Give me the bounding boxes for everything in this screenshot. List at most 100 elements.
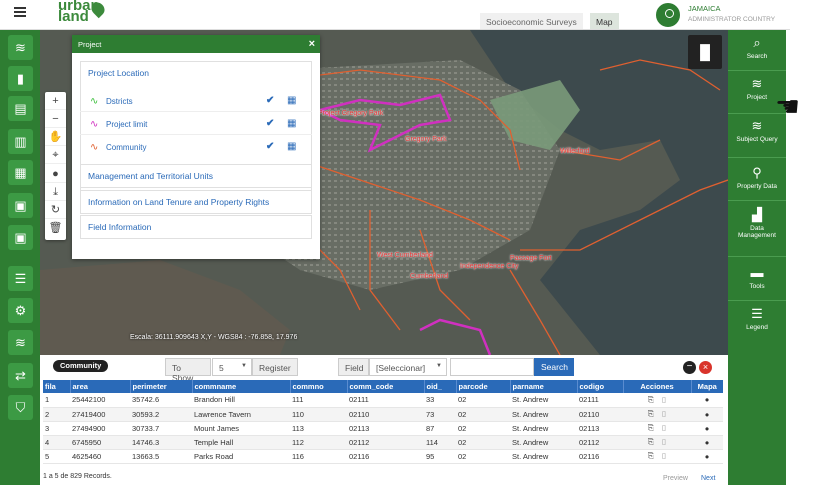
user-country: JAMAICA bbox=[688, 4, 721, 13]
minimize-icon[interactable]: − bbox=[683, 361, 696, 374]
column-header[interactable]: fila bbox=[43, 380, 71, 393]
search-button[interactable]: Search bbox=[534, 358, 574, 376]
table-row[interactable]: 3 27494900 30733.7 Mount James 113 02113 87 02 S… bbox=[43, 421, 723, 436]
check-icon[interactable]: ✔ bbox=[266, 95, 274, 106]
project-panel-header: Project bbox=[72, 35, 320, 53]
layer-name: Community bbox=[106, 143, 147, 152]
document-edit-icon[interactable]: ▤ bbox=[8, 96, 33, 121]
project-panel: Project × Project Location ∿ Dstricts ✔ … bbox=[72, 35, 320, 259]
user-avatar-icon[interactable] bbox=[656, 3, 680, 27]
pdf-icon[interactable]: ▯ bbox=[662, 451, 666, 460]
column-header[interactable]: commno bbox=[290, 380, 348, 393]
refresh-icon[interactable]: ↻ bbox=[45, 201, 66, 219]
settings-gear-icon[interactable]: ⚙ bbox=[8, 298, 33, 323]
menu-data-management[interactable]: ▟ Data Management bbox=[728, 207, 786, 257]
search-input[interactable] bbox=[450, 358, 534, 376]
to-show-select[interactable]: 5 ▼ bbox=[212, 358, 252, 376]
map-label: Willerford bbox=[560, 148, 590, 155]
globe-icon[interactable]: ● bbox=[705, 424, 710, 433]
attachment-icon[interactable]: ⎘ bbox=[648, 423, 654, 432]
hamburger-menu-icon[interactable] bbox=[14, 7, 26, 17]
globe-icon[interactable]: ● bbox=[705, 452, 710, 461]
pdf-icon[interactable]: ▯ bbox=[662, 409, 666, 418]
download-icon[interactable]: ⤓ bbox=[45, 183, 66, 201]
section-land-tenure[interactable]: Information on Land Tenure and Property … bbox=[80, 190, 312, 214]
tab-socioeconomic-surveys[interactable]: Socioeconomic Surveys bbox=[480, 13, 583, 29]
layer-row-project-limit[interactable]: ∿ Project limit ✔ ▦ bbox=[80, 113, 312, 135]
pan-hand-icon[interactable]: ✋ bbox=[45, 128, 66, 146]
check-icon[interactable]: ✔ bbox=[266, 118, 274, 129]
table-cell: 02111 bbox=[577, 393, 623, 408]
next-link[interactable]: Next bbox=[701, 475, 715, 482]
menu-legend[interactable]: ☰ Legend bbox=[728, 306, 786, 342]
column-header[interactable]: parcode bbox=[456, 380, 511, 393]
table-row[interactable]: 2 27419400 30593.2 Lawrence Tavern 110 02110 7… bbox=[43, 407, 723, 422]
menu-property-data[interactable]: ⚲ Property Data bbox=[728, 165, 786, 201]
attachment-icon[interactable]: ⎘ bbox=[648, 437, 654, 446]
calendar-icon[interactable]: ▣ bbox=[8, 193, 33, 218]
globe-icon[interactable]: ● bbox=[45, 165, 66, 183]
document-list-icon[interactable]: ▥ bbox=[8, 129, 33, 154]
zoom-in-icon[interactable]: + bbox=[45, 92, 66, 110]
column-header[interactable]: comm_code bbox=[347, 380, 425, 393]
zoom-out-icon[interactable]: − bbox=[45, 110, 66, 128]
table-cell: 113 bbox=[290, 421, 347, 436]
table-row[interactable]: 5 4625460 13663.5 Parks Road 116 02116 95 02 St.… bbox=[43, 449, 723, 464]
column-header[interactable]: perimeter bbox=[130, 380, 193, 393]
globe-icon[interactable]: ● bbox=[705, 395, 710, 404]
section-field-information[interactable]: Field Information bbox=[80, 215, 312, 239]
globe-icon[interactable]: ● bbox=[705, 410, 710, 419]
attachment-icon[interactable]: ⎘ bbox=[648, 409, 654, 418]
table-cell: 116 bbox=[290, 449, 347, 464]
close-icon[interactable]: × bbox=[699, 361, 712, 374]
districts-line-icon: ∿ bbox=[90, 96, 99, 107]
attachment-icon[interactable]: ⎘ bbox=[648, 395, 654, 404]
grid-table-icon[interactable]: ▦ bbox=[287, 95, 296, 106]
layers-icon[interactable]: ≋ bbox=[8, 35, 33, 60]
pdf-icon[interactable]: ▯ bbox=[662, 423, 666, 432]
list-box-icon[interactable]: ☰ bbox=[8, 266, 33, 291]
shield-icon[interactable]: ⛉ bbox=[8, 395, 33, 420]
column-header[interactable]: parname bbox=[510, 380, 578, 393]
attachment-icon[interactable]: ⎘ bbox=[648, 451, 654, 460]
measure-icon[interactable]: ⌖ bbox=[45, 146, 66, 164]
table-row[interactable]: 4 6745950 14746.3 Temple Hall 112 02112 114 02 S… bbox=[43, 435, 723, 450]
check-icon[interactable]: ✔ bbox=[266, 141, 274, 152]
stack-icon[interactable]: ≋ bbox=[8, 330, 33, 355]
translate-icon[interactable]: ⇄ bbox=[8, 363, 33, 388]
menu-tools[interactable]: ▬ Tools bbox=[728, 265, 786, 301]
book-icon[interactable]: ▮ bbox=[8, 66, 33, 91]
section-title: Field Information bbox=[88, 222, 152, 232]
table-cell: 5 bbox=[43, 449, 70, 464]
left-sidebar: ≋ ▮ ▤ ▥ ▦ ▣ ▣ ☰ ⚙ ≋ ⇄ ⛉ bbox=[0, 30, 40, 485]
register-button[interactable]: Register bbox=[252, 358, 298, 376]
close-icon[interactable]: × bbox=[309, 38, 315, 50]
field-select[interactable]: [Seleccionar] ▼ bbox=[369, 358, 447, 376]
column-header[interactable]: codigo bbox=[577, 380, 624, 393]
table-cell: St. Andrew bbox=[510, 421, 577, 436]
layer-row-community[interactable]: ∿ Community ✔ ▦ bbox=[80, 136, 312, 158]
calendar-check-icon[interactable]: ▣ bbox=[8, 225, 33, 250]
menu-search[interactable]: ⌕ Search bbox=[728, 35, 786, 71]
column-header[interactable]: oid_ bbox=[424, 380, 457, 393]
table-cell: 114 bbox=[424, 435, 456, 450]
preview-link[interactable]: Preview bbox=[663, 475, 688, 482]
table-cell: 6745950 bbox=[70, 435, 130, 450]
caret-down-icon: ▼ bbox=[241, 363, 247, 369]
table-row[interactable]: 1 25442100 35742.6 Brandon Hill 111 02111 33 02… bbox=[43, 393, 723, 408]
globe-icon[interactable]: ● bbox=[705, 438, 710, 447]
grid-table-icon[interactable]: ▦ bbox=[287, 141, 296, 152]
table-cell: 02116 bbox=[577, 449, 623, 464]
grid-table-icon[interactable]: ▦ bbox=[287, 118, 296, 129]
section-management-units[interactable]: Management and Territorial Units bbox=[80, 164, 312, 188]
pdf-icon[interactable]: ▯ bbox=[662, 395, 666, 404]
column-header[interactable]: commname bbox=[192, 380, 291, 393]
tab-map[interactable]: Map bbox=[590, 13, 619, 29]
column-header[interactable]: area bbox=[70, 380, 131, 393]
layer-row-districts[interactable]: ∿ Dstricts ✔ ▦ bbox=[80, 90, 312, 112]
trash-icon[interactable]: 🗑 bbox=[45, 219, 66, 237]
chart-icon[interactable]: ▐▌ bbox=[688, 35, 722, 69]
document-icon[interactable]: ▦ bbox=[8, 160, 33, 185]
pdf-icon[interactable]: ▯ bbox=[662, 437, 666, 446]
menu-subject-query[interactable]: ≋ Subject Query bbox=[728, 118, 786, 158]
